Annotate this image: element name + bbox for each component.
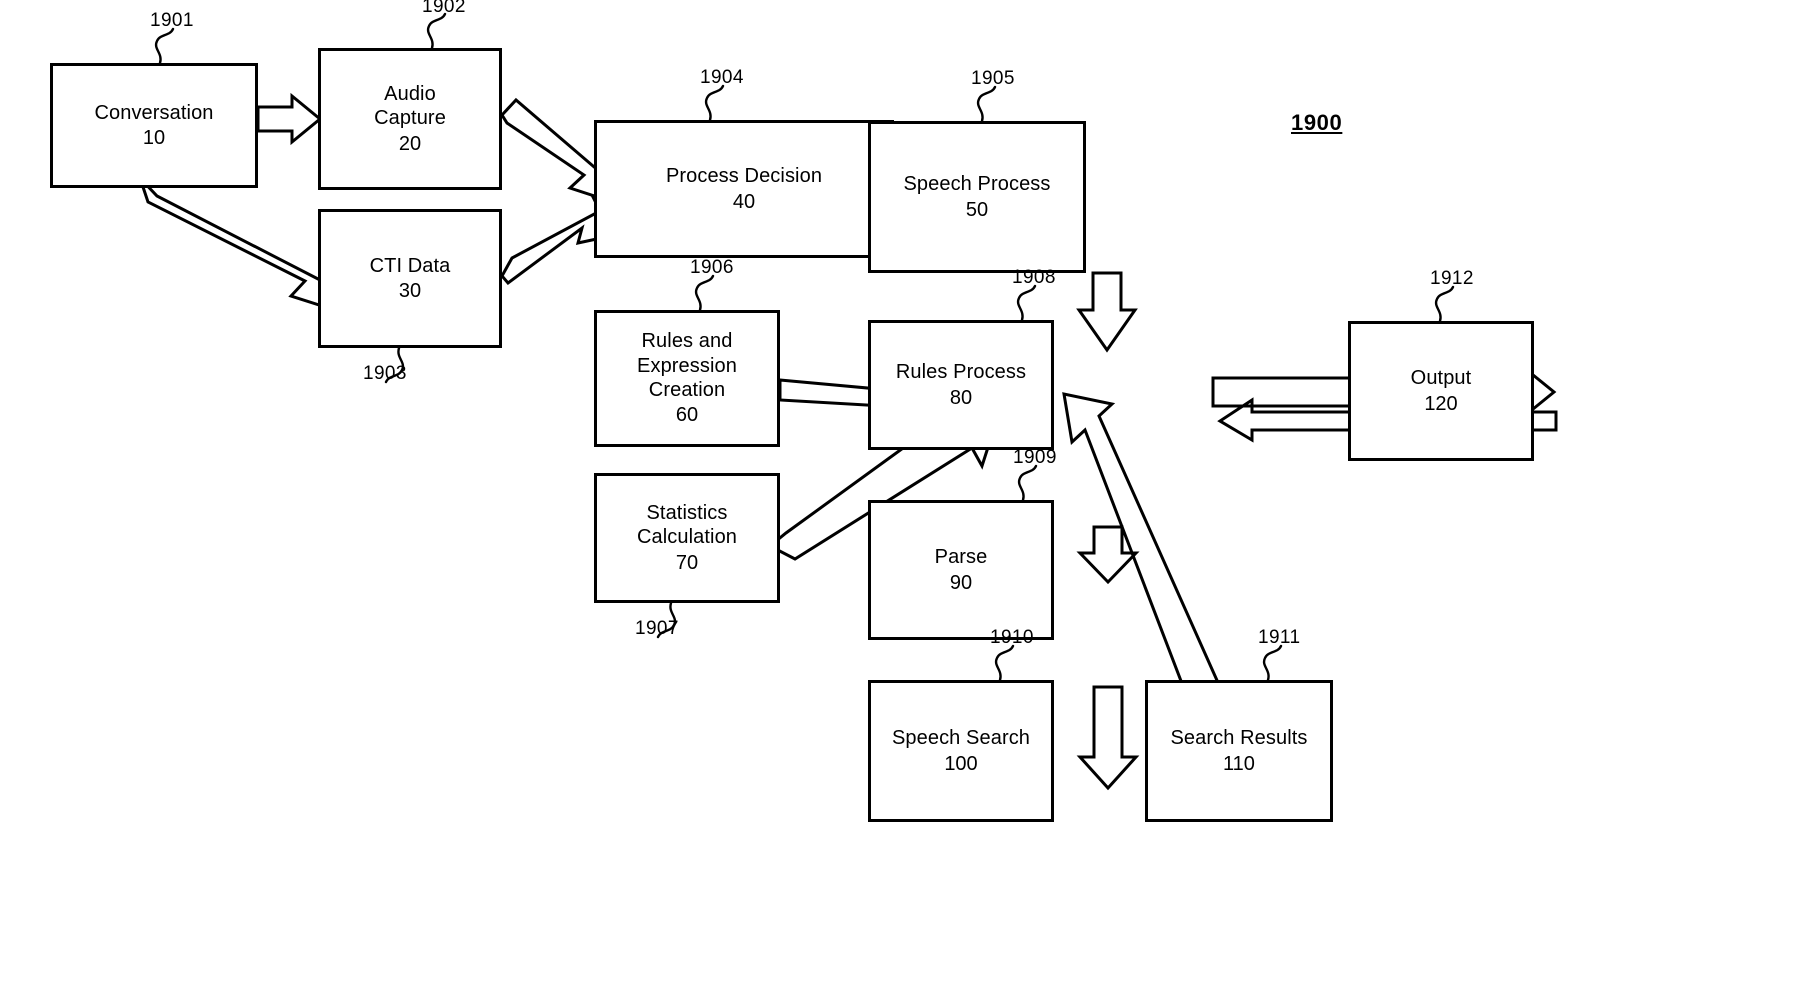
node-process-decision-number: 40 <box>732 190 756 213</box>
leader-1910 <box>994 644 1015 682</box>
edge-conversation-audio-capture <box>256 92 323 146</box>
node-parse-number: 90 <box>949 571 973 594</box>
node-process-decision-title: Process Decision <box>665 165 823 188</box>
node-process-decision[interactable]: Process Decision 40 <box>594 120 894 258</box>
leader-1908 <box>1016 284 1037 322</box>
node-rules-expression-creation[interactable]: Rules and Expression Creation 60 <box>594 310 780 447</box>
node-conversation-number: 10 <box>142 127 166 149</box>
node-output[interactable]: Output 120 <box>1348 321 1534 461</box>
ref-1905: 1905 <box>971 68 1015 89</box>
node-speech-search[interactable]: Speech Search 100 <box>868 680 1054 822</box>
edge-speech-process-rules-process <box>1076 271 1138 353</box>
edge-parse-speech-search <box>1076 685 1140 791</box>
node-cti-data-title: CTI Data <box>369 254 451 277</box>
figure-canvas: Conversation 10 Audio Capture 20 CTI Dat… <box>0 0 1807 1000</box>
leader-1911 <box>1262 644 1283 682</box>
node-statistics-calculation[interactable]: Statistics Calculation 70 <box>594 473 780 603</box>
node-speech-process[interactable]: Speech Process 50 <box>868 121 1086 273</box>
ref-1904: 1904 <box>700 67 744 88</box>
node-conversation-title: Conversation <box>94 101 214 124</box>
edge-conversation-cti-data <box>138 176 340 314</box>
node-statistics-calculation-title: Statistics Calculation <box>636 501 738 549</box>
ref-1912: 1912 <box>1430 268 1474 289</box>
node-rules-expression-creation-number: 60 <box>675 404 699 427</box>
node-cti-data[interactable]: CTI Data 30 <box>318 209 502 348</box>
node-speech-process-title: Speech Process <box>903 173 1051 196</box>
node-speech-search-number: 100 <box>944 752 978 775</box>
node-audio-capture[interactable]: Audio Capture 20 <box>318 48 502 190</box>
node-speech-search-title: Speech Search <box>891 727 1031 750</box>
leader-1906 <box>694 274 715 312</box>
node-rules-expression-creation-title: Rules and Expression Creation <box>637 330 737 401</box>
node-parse-title: Parse <box>934 546 988 569</box>
ref-1902: 1902 <box>422 0 466 17</box>
node-rules-process[interactable]: Rules Process 80 <box>868 320 1054 450</box>
ref-1907: 1907 <box>635 618 679 639</box>
leader-1909 <box>1017 464 1038 502</box>
node-search-results[interactable]: Search Results 110 <box>1145 680 1333 822</box>
node-cti-data-number: 30 <box>398 280 422 302</box>
node-speech-process-number: 50 <box>965 198 989 221</box>
ref-1910: 1910 <box>990 627 1034 648</box>
leader-1905 <box>976 85 997 123</box>
node-output-number: 120 <box>1424 392 1458 415</box>
node-output-title: Output <box>1410 367 1472 390</box>
ref-1909: 1909 <box>1013 447 1057 468</box>
node-search-results-number: 110 <box>1223 752 1255 775</box>
ref-1901: 1901 <box>150 10 194 31</box>
node-statistics-calculation-number: 70 <box>675 551 699 574</box>
ref-1908: 1908 <box>1012 267 1056 288</box>
leader-1902 <box>426 12 447 50</box>
leader-1912 <box>1434 285 1455 323</box>
ref-1906: 1906 <box>690 257 734 278</box>
node-audio-capture-title: Audio Capture <box>374 82 446 130</box>
node-conversation[interactable]: Conversation 10 <box>50 63 258 188</box>
node-parse[interactable]: Parse 90 <box>868 500 1054 640</box>
leader-1904 <box>704 84 725 122</box>
node-rules-process-number: 80 <box>949 386 973 409</box>
node-rules-process-title: Rules Process <box>895 361 1027 384</box>
edge-rules-process-parse <box>1076 525 1140 585</box>
node-search-results-title: Search Results <box>1170 727 1308 750</box>
ref-1911: 1911 <box>1258 627 1301 648</box>
ref-1903: 1903 <box>363 363 407 384</box>
figure-number-title: 1900 <box>1291 110 1343 135</box>
node-audio-capture-number: 20 <box>398 132 422 155</box>
leader-1901 <box>154 27 175 65</box>
